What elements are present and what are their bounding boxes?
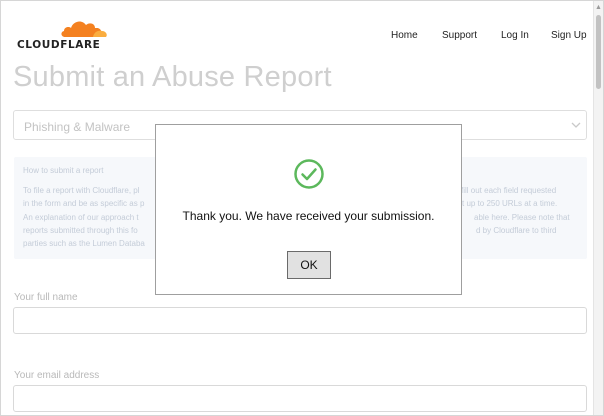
instructions-line: d by Cloudflare to third [476,226,557,235]
email-label: Your email address [14,370,100,381]
page-content: CLOUDFLARE Home Support Log In Sign Up S… [1,1,595,415]
instructions-line: An explanation of our approach t [23,213,139,222]
page-title: Submit an Abuse Report [13,61,332,93]
nav-login-link[interactable]: Log In [501,30,529,41]
chevron-down-icon [571,122,581,128]
instructions-heading: How to submit a report [23,166,104,175]
success-check-icon [294,159,324,189]
submission-confirmation-dialog: Thank you. We have received your submiss… [155,124,462,295]
instructions-line: t up to 250 URLs at a time. [462,199,558,208]
nav-signup-link[interactable]: Sign Up [551,30,587,41]
nav-home-link[interactable]: Home [391,30,418,41]
vertical-scrollbar[interactable]: ▲ [593,1,603,415]
instructions-line: able here. Please note that [474,213,570,222]
full-name-input[interactable] [13,307,587,334]
browser-window: CLOUDFLARE Home Support Log In Sign Up S… [0,0,604,416]
scroll-up-arrow-icon[interactable]: ▲ [595,4,602,11]
nav-support-link[interactable]: Support [442,30,477,41]
report-type-value: Phishing & Malware [24,120,131,134]
instructions-line: fill out each field requested [461,186,557,195]
full-name-label: Your full name [14,292,78,303]
instructions-line: To file a report with Cloudflare, pl [23,186,140,195]
instructions-line: reports submitted through this fo [23,226,138,235]
cloud-icon [61,21,107,37]
email-input[interactable] [13,385,587,412]
confirmation-message: Thank you. We have received your submiss… [182,209,435,223]
instructions-line: parties such as the Lumen Databa [23,239,145,248]
ok-button[interactable]: OK [287,251,331,279]
cloudflare-logo[interactable]: CLOUDFLARE [15,17,115,53]
brand-wordmark: CLOUDFLARE [17,39,101,51]
instructions-line: in the form and be as specific as p [23,199,145,208]
scrollbar-thumb[interactable] [596,15,601,89]
